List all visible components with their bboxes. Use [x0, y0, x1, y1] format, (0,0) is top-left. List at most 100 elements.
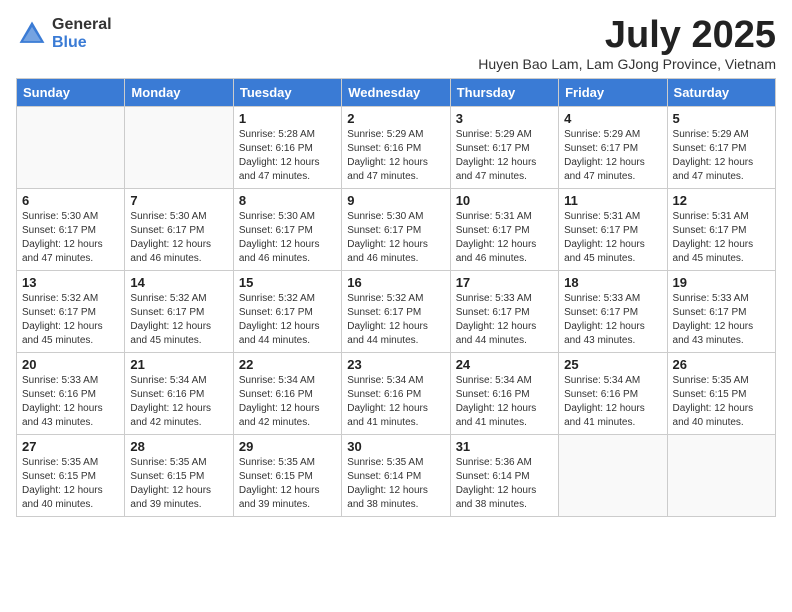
table-row: 22 Sunrise: 5:34 AM Sunset: 6:16 PM Dayli… [233, 353, 341, 435]
col-thursday: Thursday [450, 79, 558, 107]
calendar-week-row: 27 Sunrise: 5:35 AM Sunset: 6:15 PM Dayli… [17, 435, 776, 517]
col-saturday: Saturday [667, 79, 775, 107]
col-wednesday: Wednesday [342, 79, 450, 107]
table-row [667, 435, 775, 517]
day-info: Sunrise: 5:30 AM Sunset: 6:17 PM Dayligh… [239, 210, 336, 266]
day-info: Sunrise: 5:34 AM Sunset: 6:16 PM Dayligh… [347, 374, 444, 430]
day-info: Sunrise: 5:28 AM Sunset: 6:16 PM Dayligh… [239, 128, 336, 184]
calendar-week-row: 20Sunrise: 5:33 AM Sunset: 6:16 PM Dayli… [17, 353, 776, 435]
day-number: 27 [22, 439, 119, 454]
day-number: 19 [673, 275, 770, 290]
day-number: 9 [347, 193, 444, 208]
table-row: 11 Sunrise: 5:31 AM Sunset: 6:17 PM Dayli… [559, 189, 667, 271]
day-info: Sunrise: 5:35 AM Sunset: 6:15 PM Dayligh… [239, 456, 336, 512]
table-row: 7 Sunrise: 5:30 AM Sunset: 6:17 PM Daylig… [125, 189, 233, 271]
table-row: 17 Sunrise: 5:33 AM Sunset: 6:17 PM Dayli… [450, 271, 558, 353]
day-number: 26 [673, 357, 770, 372]
day-info: Sunrise: 5:35 AM Sunset: 6:15 PM Dayligh… [673, 374, 770, 430]
day-info: Sunrise: 5:30 AM Sunset: 6:17 PM Dayligh… [22, 210, 119, 266]
table-row: 3Sunrise: 5:29 AM Sunset: 6:17 PM Daylig… [450, 107, 558, 189]
table-row: 24 Sunrise: 5:34 AM Sunset: 6:16 PM Dayli… [450, 353, 558, 435]
day-number: 8 [239, 193, 336, 208]
table-row: 4Sunrise: 5:29 AM Sunset: 6:17 PM Daylig… [559, 107, 667, 189]
day-number: 30 [347, 439, 444, 454]
logo-line2: Blue [52, 34, 112, 52]
day-info: Sunrise: 5:30 AM Sunset: 6:17 PM Dayligh… [130, 210, 227, 266]
month-title: July 2025 [478, 16, 776, 54]
table-row: 12Sunrise: 5:31 AM Sunset: 6:17 PM Dayli… [667, 189, 775, 271]
day-number: 7 [130, 193, 227, 208]
table-row: 20Sunrise: 5:33 AM Sunset: 6:16 PM Dayli… [17, 353, 125, 435]
logo-icon [16, 18, 48, 50]
day-info: Sunrise: 5:33 AM Sunset: 6:17 PM Dayligh… [456, 292, 553, 348]
calendar-table: Sunday Monday Tuesday Wednesday Thursday… [16, 78, 776, 517]
table-row [559, 435, 667, 517]
day-info: Sunrise: 5:35 AM Sunset: 6:15 PM Dayligh… [130, 456, 227, 512]
col-monday: Monday [125, 79, 233, 107]
table-row: 10 Sunrise: 5:31 AM Sunset: 6:17 PM Dayli… [450, 189, 558, 271]
page-header: General Blue July 2025 Huyen Bao Lam, La… [16, 16, 776, 72]
table-row: 18 Sunrise: 5:33 AM Sunset: 6:17 PM Dayli… [559, 271, 667, 353]
day-info: Sunrise: 5:33 AM Sunset: 6:17 PM Dayligh… [564, 292, 661, 348]
logo-text: General Blue [52, 16, 112, 51]
day-number: 22 [239, 357, 336, 372]
table-row: 29 Sunrise: 5:35 AM Sunset: 6:15 PM Dayli… [233, 435, 341, 517]
day-info: Sunrise: 5:32 AM Sunset: 6:17 PM Dayligh… [239, 292, 336, 348]
day-info: Sunrise: 5:36 AM Sunset: 6:14 PM Dayligh… [456, 456, 553, 512]
table-row: 27 Sunrise: 5:35 AM Sunset: 6:15 PM Dayli… [17, 435, 125, 517]
day-number: 28 [130, 439, 227, 454]
day-info: Sunrise: 5:35 AM Sunset: 6:14 PM Dayligh… [347, 456, 444, 512]
table-row: 16 Sunrise: 5:32 AM Sunset: 6:17 PM Dayli… [342, 271, 450, 353]
table-row: 6Sunrise: 5:30 AM Sunset: 6:17 PM Daylig… [17, 189, 125, 271]
day-info: Sunrise: 5:34 AM Sunset: 6:16 PM Dayligh… [239, 374, 336, 430]
table-row: 9 Sunrise: 5:30 AM Sunset: 6:17 PM Daylig… [342, 189, 450, 271]
day-number: 18 [564, 275, 661, 290]
calendar-week-row: 1 Sunrise: 5:28 AM Sunset: 6:16 PM Daylig… [17, 107, 776, 189]
day-number: 20 [22, 357, 119, 372]
day-number: 16 [347, 275, 444, 290]
day-info: Sunrise: 5:32 AM Sunset: 6:17 PM Dayligh… [130, 292, 227, 348]
day-info: Sunrise: 5:32 AM Sunset: 6:17 PM Dayligh… [347, 292, 444, 348]
day-info: Sunrise: 5:31 AM Sunset: 6:17 PM Dayligh… [564, 210, 661, 266]
day-info: Sunrise: 5:35 AM Sunset: 6:15 PM Dayligh… [22, 456, 119, 512]
day-info: Sunrise: 5:31 AM Sunset: 6:17 PM Dayligh… [456, 210, 553, 266]
table-row [125, 107, 233, 189]
day-number: 31 [456, 439, 553, 454]
table-row: 1 Sunrise: 5:28 AM Sunset: 6:16 PM Daylig… [233, 107, 341, 189]
location-subtitle: Huyen Bao Lam, Lam GJong Province, Vietn… [478, 56, 776, 72]
day-number: 1 [239, 111, 336, 126]
day-info: Sunrise: 5:34 AM Sunset: 6:16 PM Dayligh… [130, 374, 227, 430]
day-info: Sunrise: 5:34 AM Sunset: 6:16 PM Dayligh… [564, 374, 661, 430]
day-number: 5 [673, 111, 770, 126]
table-row: 8 Sunrise: 5:30 AM Sunset: 6:17 PM Daylig… [233, 189, 341, 271]
col-sunday: Sunday [17, 79, 125, 107]
table-row: 25 Sunrise: 5:34 AM Sunset: 6:16 PM Dayli… [559, 353, 667, 435]
day-info: Sunrise: 5:34 AM Sunset: 6:16 PM Dayligh… [456, 374, 553, 430]
day-number: 17 [456, 275, 553, 290]
day-number: 14 [130, 275, 227, 290]
day-number: 15 [239, 275, 336, 290]
day-number: 29 [239, 439, 336, 454]
calendar-header-row: Sunday Monday Tuesday Wednesday Thursday… [17, 79, 776, 107]
day-number: 21 [130, 357, 227, 372]
day-number: 11 [564, 193, 661, 208]
table-row: 19 Sunrise: 5:33 AM Sunset: 6:17 PM Dayli… [667, 271, 775, 353]
table-row: 5 Sunrise: 5:29 AM Sunset: 6:17 PM Daylig… [667, 107, 775, 189]
table-row: 14 Sunrise: 5:32 AM Sunset: 6:17 PM Dayli… [125, 271, 233, 353]
logo-line1: General [52, 16, 112, 34]
table-row: 26 Sunrise: 5:35 AM Sunset: 6:15 PM Dayli… [667, 353, 775, 435]
day-number: 13 [22, 275, 119, 290]
day-info: Sunrise: 5:33 AM Sunset: 6:17 PM Dayligh… [673, 292, 770, 348]
day-number: 3 [456, 111, 553, 126]
day-number: 10 [456, 193, 553, 208]
logo: General Blue [16, 16, 112, 51]
table-row: 15 Sunrise: 5:32 AM Sunset: 6:17 PM Dayli… [233, 271, 341, 353]
col-tuesday: Tuesday [233, 79, 341, 107]
col-friday: Friday [559, 79, 667, 107]
day-info: Sunrise: 5:30 AM Sunset: 6:17 PM Dayligh… [347, 210, 444, 266]
day-number: 23 [347, 357, 444, 372]
day-info: Sunrise: 5:29 AM Sunset: 6:17 PM Dayligh… [673, 128, 770, 184]
table-row: 21 Sunrise: 5:34 AM Sunset: 6:16 PM Dayli… [125, 353, 233, 435]
day-number: 24 [456, 357, 553, 372]
day-number: 25 [564, 357, 661, 372]
